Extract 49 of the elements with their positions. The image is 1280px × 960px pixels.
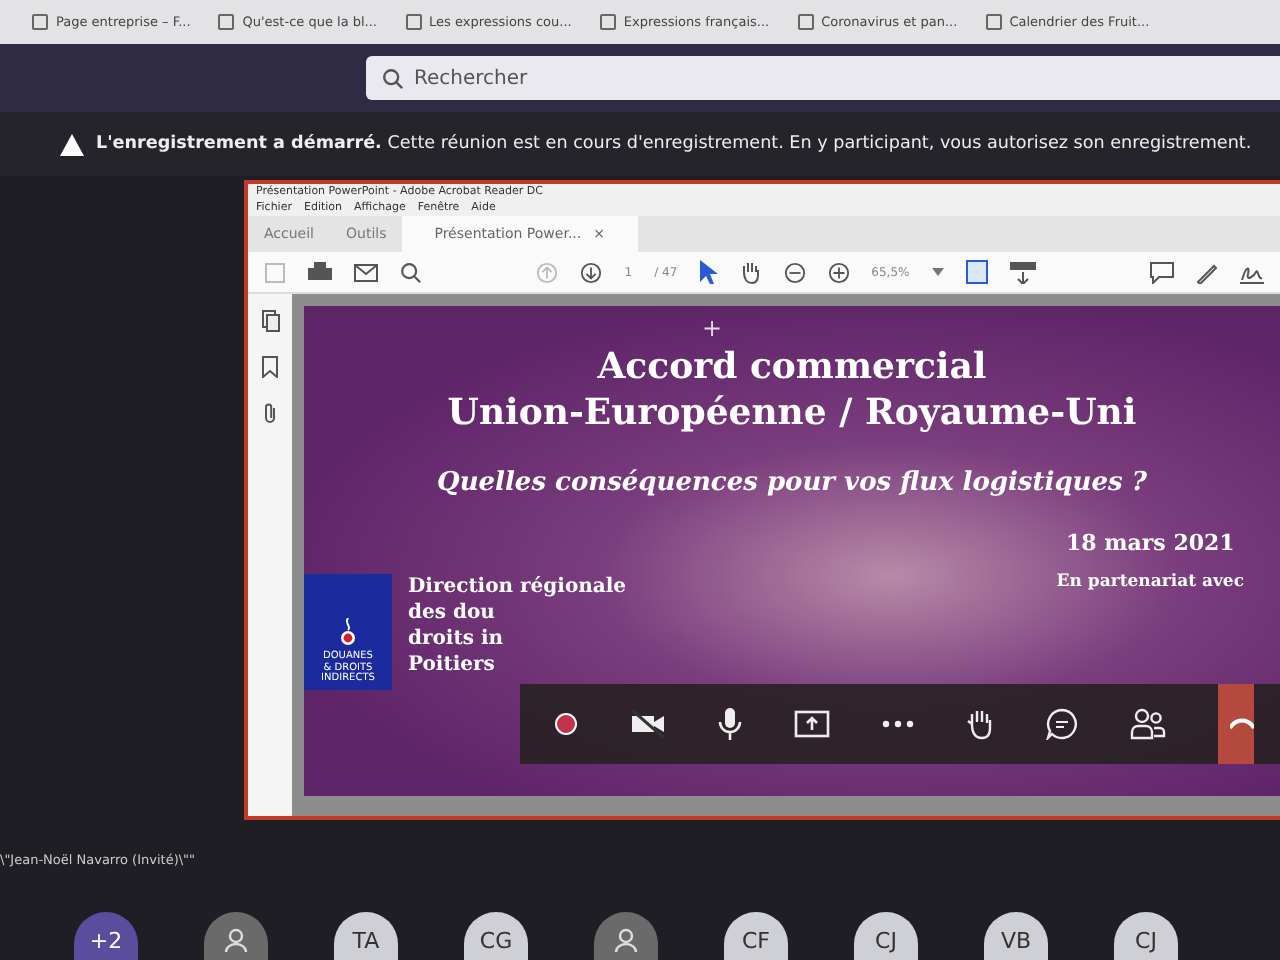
- page-down-icon[interactable]: [580, 261, 603, 283]
- person-icon: [614, 928, 638, 952]
- more-participants-badge[interactable]: +2: [74, 912, 138, 960]
- participant-avatar: CJ: [854, 912, 918, 960]
- person-icon: [224, 928, 248, 952]
- recording-indicator-icon: [554, 712, 578, 736]
- zoom-out-icon[interactable]: [783, 261, 806, 283]
- scroll-mode-icon[interactable]: [1009, 261, 1036, 283]
- warning-icon: [60, 133, 84, 155]
- pages-icon[interactable]: [261, 310, 279, 332]
- chat-icon[interactable]: [1046, 708, 1078, 740]
- partner-label: En partenariat avec: [1056, 572, 1244, 592]
- recording-notice: L'enregistrement a démarré. Cette réunion est en cours d'enregistrement. En y participant, vous autorisez son enregistrement.: [96, 134, 1252, 154]
- camera-icon[interactable]: [630, 710, 666, 738]
- more-icon[interactable]: [882, 720, 914, 728]
- slide-date: 18 mars 2021: [1065, 530, 1235, 556]
- participant-avatar: VB: [984, 912, 1048, 960]
- caret-icon[interactable]: [931, 268, 944, 276]
- mail-icon[interactable]: [354, 263, 378, 281]
- organization-name: Poitiers: [408, 652, 497, 678]
- slide-mark: +: [701, 314, 723, 342]
- slide-title: Union-Européenne / Royaume-Uni: [447, 391, 1137, 436]
- participant-avatar: TA: [334, 912, 398, 960]
- leave-button[interactable]: [1218, 684, 1254, 764]
- slide-subtitle: Quelles conséquences pour vos flux logistiques ?: [437, 468, 1147, 498]
- participant-avatar: CF: [724, 912, 788, 960]
- participants-icon[interactable]: [1130, 708, 1166, 740]
- organization-name: droits in: [408, 626, 506, 652]
- share-screen-icon[interactable]: [794, 710, 830, 738]
- microphone-icon[interactable]: [718, 708, 742, 740]
- comment-icon[interactable]: [1150, 261, 1174, 283]
- hand-icon[interactable]: [739, 260, 762, 284]
- search-field[interactable]: Rechercher: [366, 56, 1280, 100]
- phone-icon: [1230, 718, 1254, 730]
- participant-avatar: CJ: [1114, 912, 1178, 960]
- page-fit-icon[interactable]: [965, 260, 988, 284]
- organization-name: Direction régionale: [408, 574, 627, 600]
- participant-avatar: CG: [464, 912, 528, 960]
- organization-name: des dou: [408, 600, 497, 626]
- search-icon: [382, 68, 404, 90]
- search-icon[interactable]: [400, 261, 422, 283]
- zoom-in-icon[interactable]: [827, 261, 850, 283]
- paperclip-icon[interactable]: [262, 402, 278, 424]
- cursor-icon[interactable]: [699, 260, 718, 284]
- slide-title: Accord commercial: [597, 346, 987, 391]
- print-icon[interactable]: [308, 261, 332, 283]
- raise-hand-icon[interactable]: [966, 708, 994, 740]
- bookmark-icon[interactable]: [262, 356, 278, 378]
- pen-icon[interactable]: [1196, 261, 1218, 283]
